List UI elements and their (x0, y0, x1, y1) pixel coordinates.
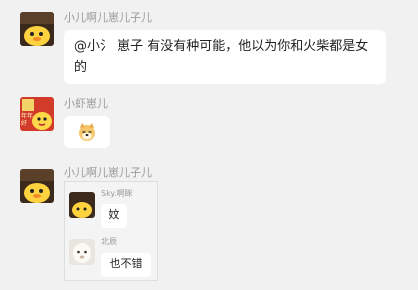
quoted-message-bubble: 也不错 (101, 253, 151, 277)
dog-face-emoji-icon (77, 122, 97, 149)
avatar-sender-1[interactable] (20, 12, 54, 46)
avatar-sender-3[interactable] (20, 169, 54, 203)
quoted-message-text: 妏 (108, 208, 120, 221)
quoted-sender-name: 北辰 (101, 237, 117, 246)
sticker-bubble[interactable] (64, 116, 110, 148)
quoted-avatar (69, 192, 95, 218)
message-text: @小氵 崽子 有没有种可能，他以为你和火柴都是女的 (74, 39, 369, 75)
quoted-avatar (69, 239, 95, 265)
sender-name: 小儿啊儿崽儿子儿 (64, 166, 152, 179)
sender-name: 小虾崽儿 (64, 97, 108, 110)
quoted-message-bubble: 妏 (101, 204, 127, 228)
avatar-badge-text: 年年好 (21, 113, 34, 127)
forwarded-chat-record[interactable]: Sky.啊眯 妏 北辰 也不错 (64, 181, 158, 281)
message-bubble[interactable]: @小氵 崽子 有没有种可能，他以为你和火柴都是女的 (64, 30, 386, 84)
quoted-sender-name: Sky.啊眯 (101, 189, 133, 198)
quoted-message-text: 也不错 (109, 257, 143, 270)
avatar-sender-2[interactable]: 年年好 (20, 97, 54, 131)
sender-name: 小儿啊儿崽儿子儿 (64, 11, 152, 24)
